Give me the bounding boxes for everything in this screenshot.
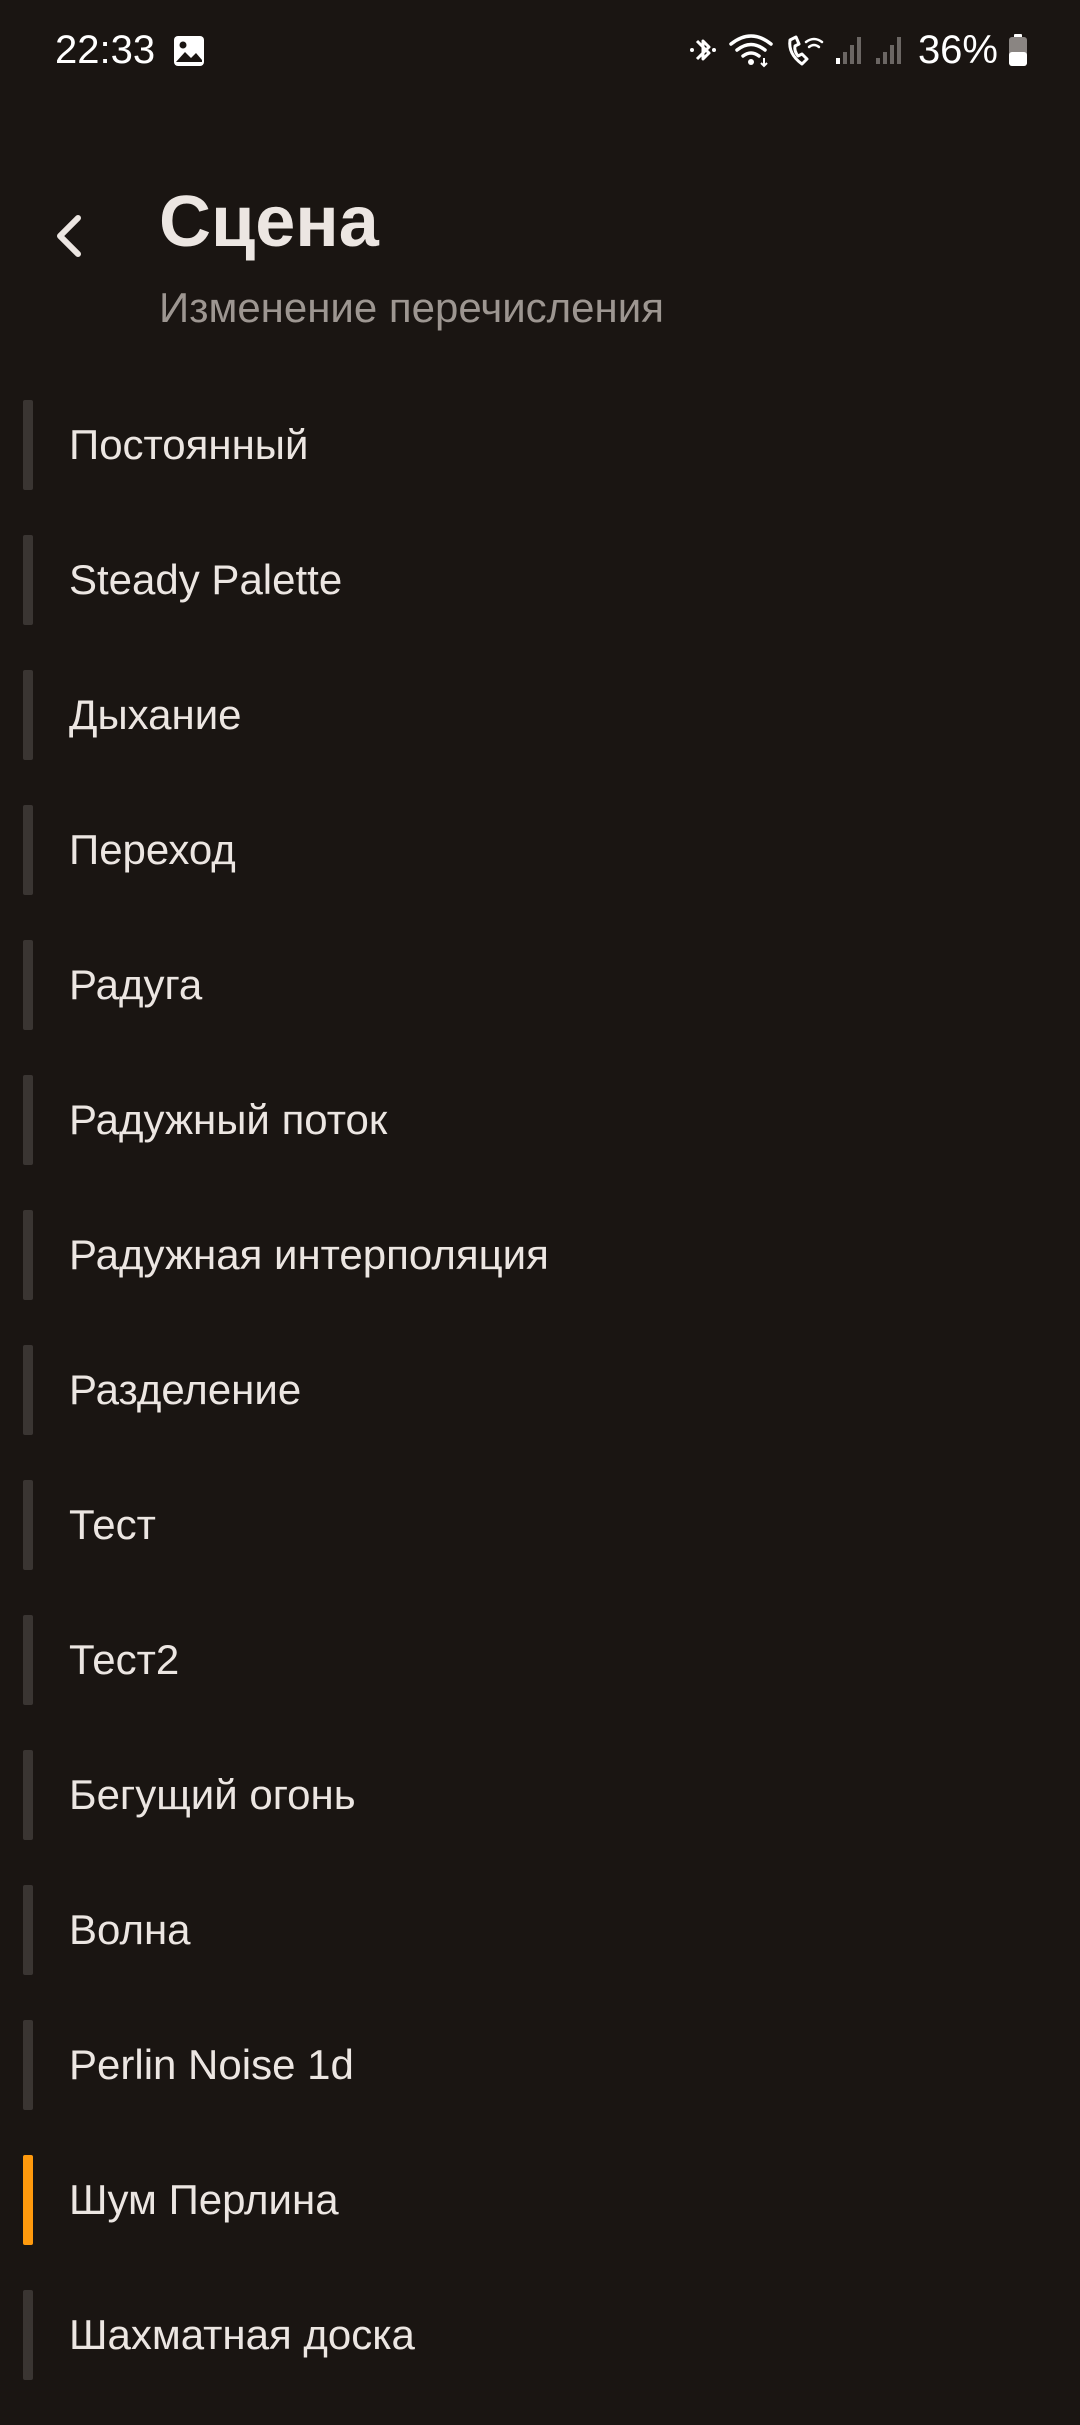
list-item-selected[interactable]: Шум Перлина bbox=[0, 2155, 1080, 2290]
status-icons: 36% bbox=[688, 26, 1028, 74]
selection-indicator bbox=[23, 1075, 33, 1165]
page-title: Сцена bbox=[159, 182, 379, 262]
list-item[interactable]: Тест bbox=[0, 1480, 1080, 1615]
list-item-label: Разделение bbox=[69, 1366, 302, 1413]
signal-icon bbox=[835, 37, 861, 64]
list-item[interactable]: Шахматная доска bbox=[0, 2290, 1080, 2425]
selection-indicator bbox=[23, 670, 33, 760]
selection-indicator bbox=[23, 1345, 33, 1435]
selection-indicator bbox=[23, 2155, 33, 2245]
list-item[interactable]: Переход bbox=[0, 805, 1080, 940]
chevron-left-icon bbox=[57, 215, 81, 257]
selection-indicator bbox=[23, 1480, 33, 1570]
selection-indicator bbox=[23, 805, 33, 895]
list-item[interactable]: Дыхание bbox=[0, 670, 1080, 805]
signal-icon bbox=[875, 37, 901, 64]
selection-indicator bbox=[23, 1750, 33, 1840]
list-item[interactable]: Бегущий огонь bbox=[0, 1750, 1080, 1885]
selection-indicator bbox=[23, 1615, 33, 1705]
back-button[interactable] bbox=[36, 200, 100, 272]
list-item[interactable]: Волна bbox=[0, 1885, 1080, 2020]
list-item-label: Волна bbox=[69, 1906, 191, 1953]
selection-indicator bbox=[23, 2020, 33, 2110]
list-item-label: Бегущий огонь bbox=[69, 1771, 356, 1818]
list-item-label: Тест bbox=[69, 1501, 156, 1548]
wifi-calling-icon bbox=[788, 35, 824, 66]
selection-indicator bbox=[23, 400, 33, 490]
scene-list: Постоянный Steady Palette Дыхание Перехо… bbox=[0, 400, 1080, 2425]
selection-indicator bbox=[23, 940, 33, 1030]
battery-percent: 36% bbox=[917, 28, 998, 72]
list-item-label: Радуга bbox=[69, 961, 203, 1008]
list-item-label: Шахматная доска bbox=[69, 2311, 415, 2358]
wifi-icon bbox=[729, 34, 773, 68]
list-item-label: Постоянный bbox=[69, 421, 309, 468]
page-subtitle: Изменение перечисления bbox=[159, 284, 664, 331]
list-item[interactable]: Радужная интерполяция bbox=[0, 1210, 1080, 1345]
list-item-label: Радужный поток bbox=[69, 1096, 388, 1143]
list-item[interactable]: Постоянный bbox=[0, 400, 1080, 535]
selection-indicator bbox=[23, 535, 33, 625]
status-bar: 22:33 36% bbox=[0, 0, 1080, 100]
list-item-label: Тест2 bbox=[69, 1636, 180, 1683]
selection-indicator bbox=[23, 1885, 33, 1975]
list-item-label: Шум Перлина bbox=[69, 2176, 339, 2223]
list-item[interactable]: Разделение bbox=[0, 1345, 1080, 1480]
list-item[interactable]: Тест2 bbox=[0, 1615, 1080, 1750]
selection-indicator bbox=[23, 1210, 33, 1300]
list-item[interactable]: Радуга bbox=[0, 940, 1080, 1075]
list-item-label: Perlin Noise 1d bbox=[69, 2041, 354, 2088]
list-item-label: Steady Palette bbox=[69, 556, 343, 603]
bluetooth-icon bbox=[689, 39, 716, 61]
list-item[interactable]: Радужный поток bbox=[0, 1075, 1080, 1210]
gallery-icon bbox=[174, 36, 204, 66]
list-item-label: Переход bbox=[69, 826, 236, 873]
status-time: 22:33 bbox=[55, 28, 156, 72]
selection-indicator bbox=[23, 2290, 33, 2380]
battery-icon bbox=[1009, 34, 1027, 66]
list-item-label: Дыхание bbox=[69, 691, 242, 738]
list-item[interactable]: Steady Palette bbox=[0, 535, 1080, 670]
list-item[interactable]: Perlin Noise 1d bbox=[0, 2020, 1080, 2155]
list-item-label: Радужная интерполяция bbox=[69, 1231, 549, 1278]
